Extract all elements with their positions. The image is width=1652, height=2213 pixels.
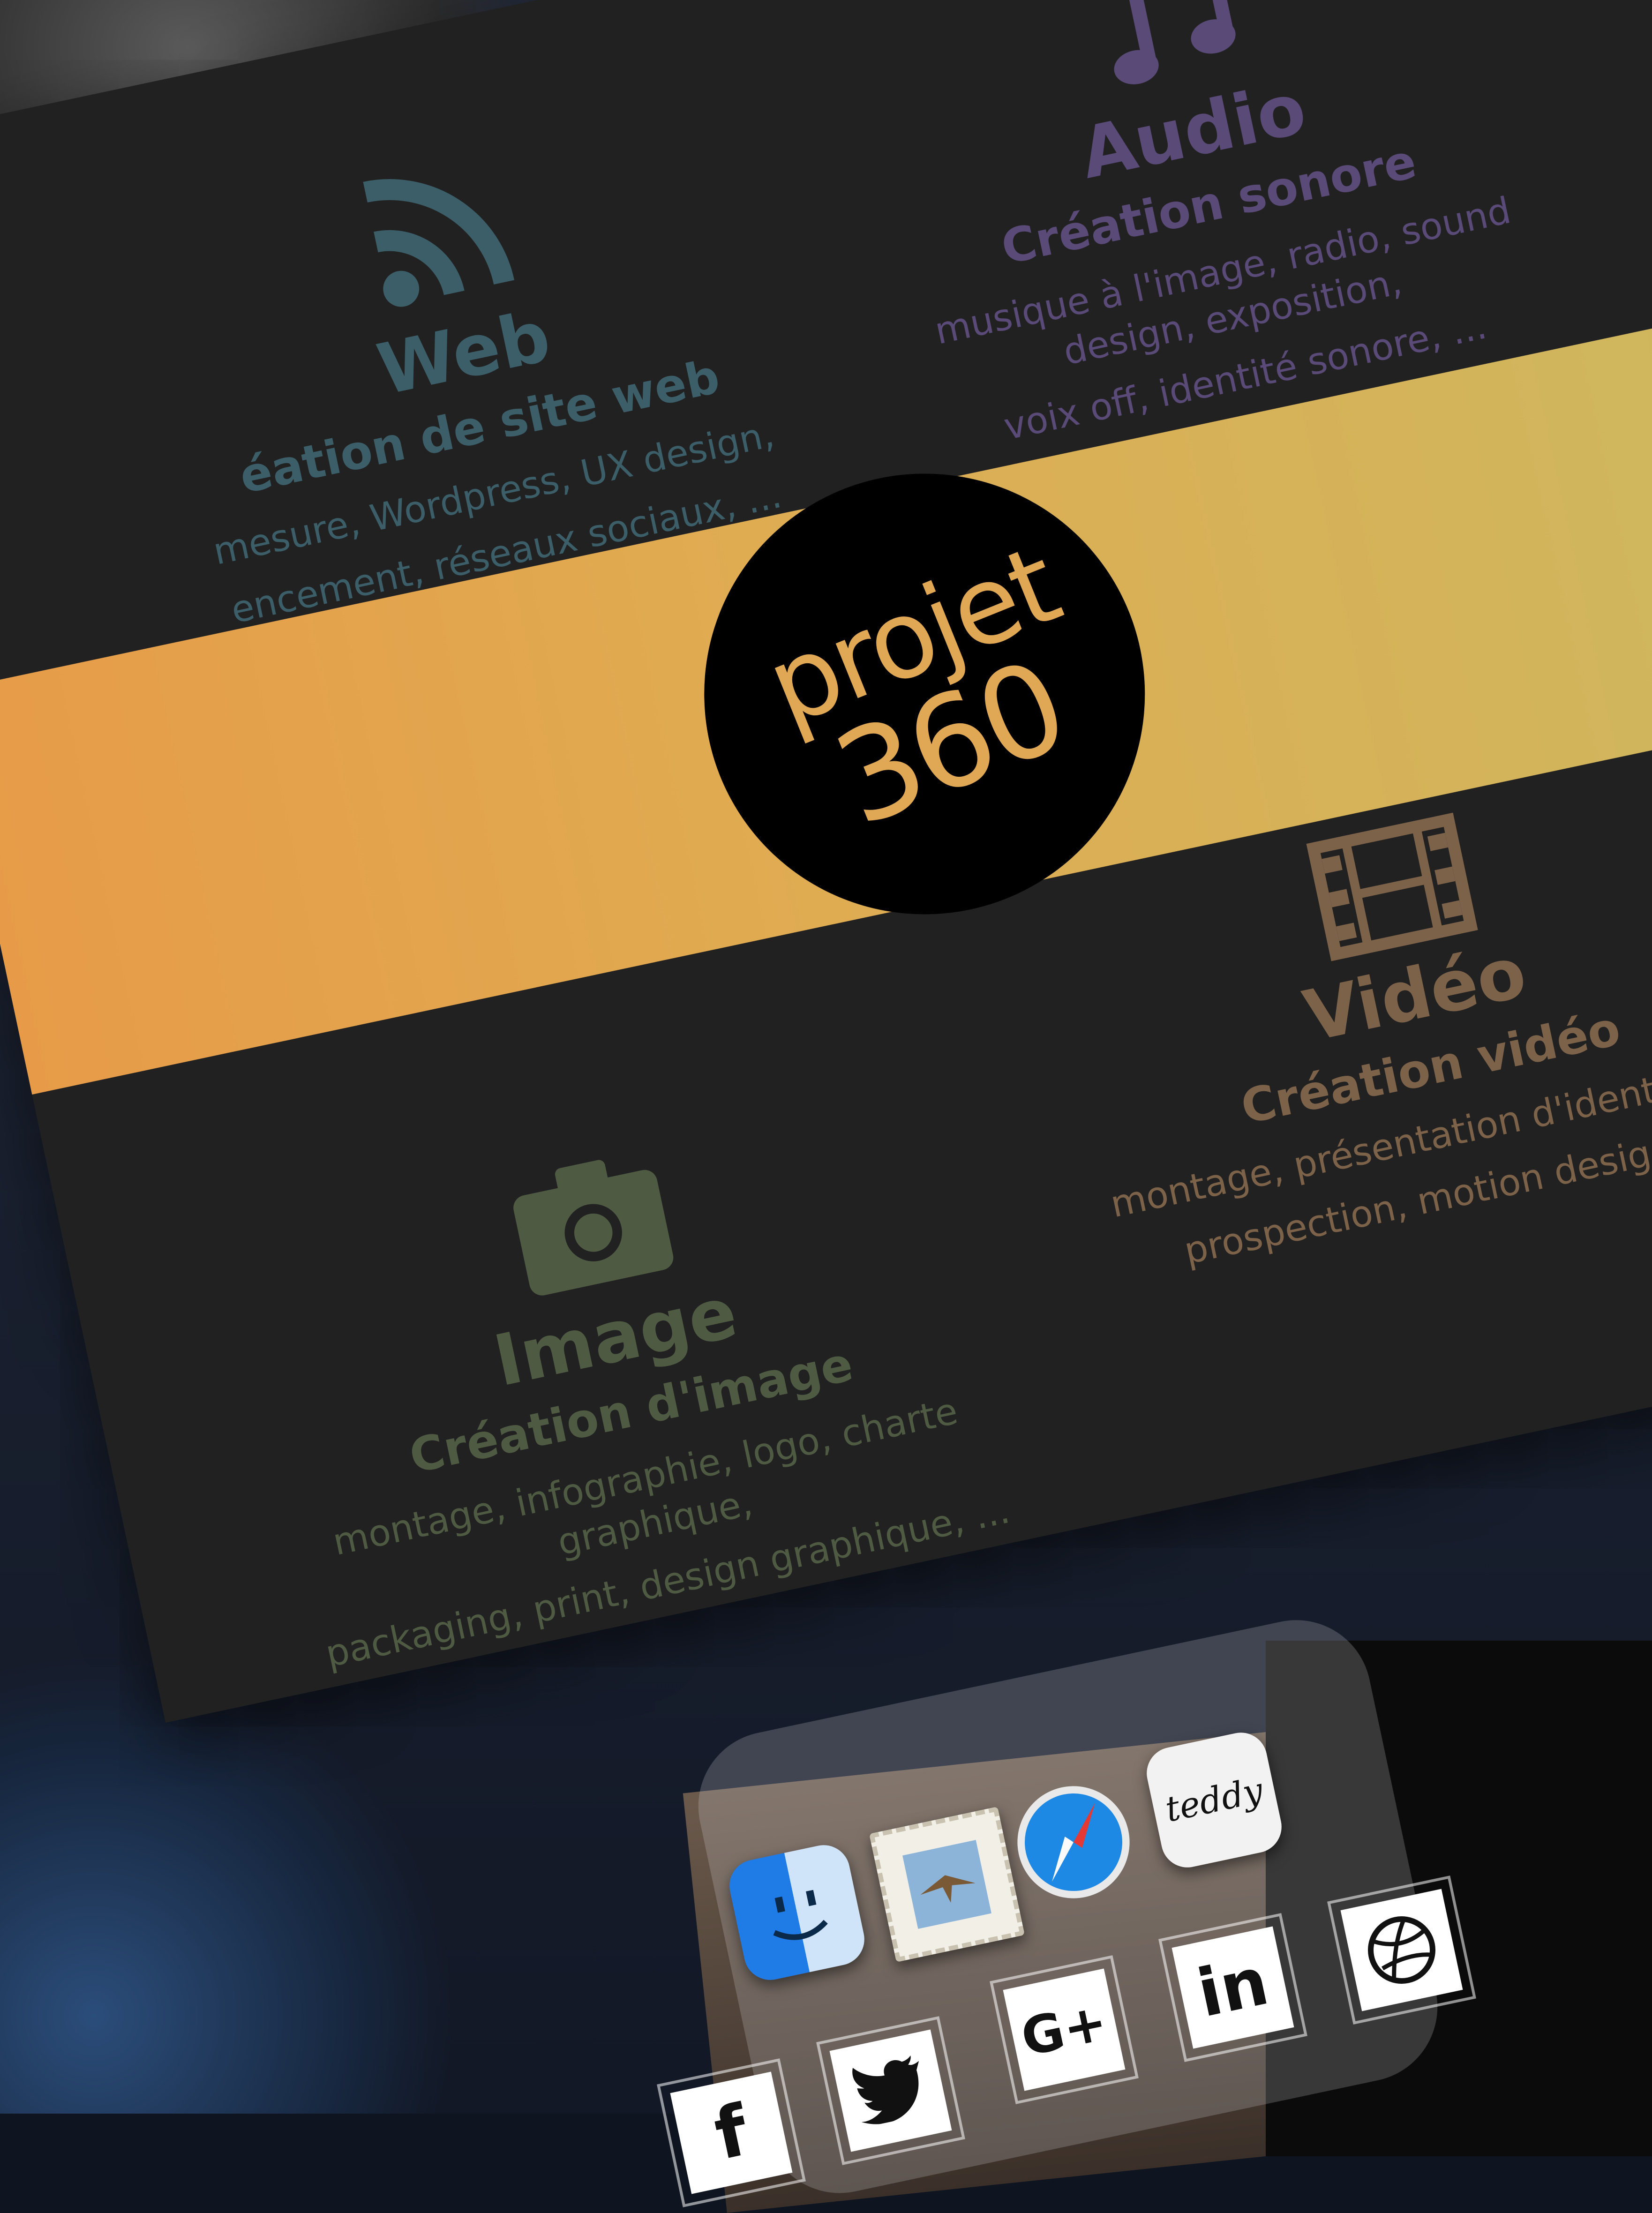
teddy-label: teddy	[1162, 1770, 1267, 1830]
camera-icon	[513, 1160, 674, 1296]
safari-icon[interactable]	[1001, 1770, 1146, 1914]
finder-icon[interactable]	[724, 1840, 870, 1985]
teddy-icon[interactable]: teddy	[1141, 1727, 1287, 1873]
eagle-stamp-icon	[902, 1840, 991, 1929]
linkedin-label: in	[1191, 1943, 1275, 2033]
google-plus-icon[interactable]: G+	[990, 1955, 1139, 2104]
facebook-label: f	[707, 2090, 755, 2176]
linkedin-icon[interactable]: in	[1158, 1913, 1307, 2062]
twitter-icon[interactable]	[816, 2016, 965, 2165]
rss-feed-icon	[363, 179, 515, 307]
google-plus-label: G+	[1016, 1991, 1112, 2068]
film-strip-icon	[1306, 812, 1478, 961]
bird-icon	[852, 2055, 919, 2124]
facebook-icon[interactable]: f	[657, 2058, 806, 2207]
finder-face-icon	[773, 1890, 828, 1940]
dribbble-icon[interactable]	[1327, 1875, 1476, 2025]
mail-icon[interactable]	[869, 1806, 1025, 1963]
compass-icon	[1017, 1786, 1130, 1898]
basketball-icon	[1368, 1916, 1436, 1984]
